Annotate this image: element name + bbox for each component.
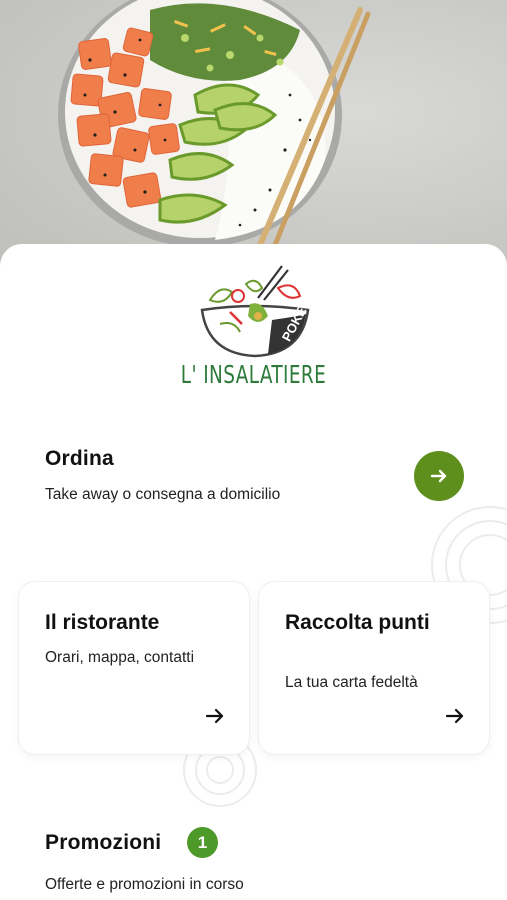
loyalty-card[interactable]: Raccolta punti La tua carta fedeltà	[259, 582, 489, 754]
promotions-title[interactable]: Promozioni	[45, 831, 161, 855]
order-button[interactable]	[414, 451, 464, 501]
promotions-subtitle: Offerte e promozioni in corso	[45, 876, 244, 893]
arrow-right-icon	[205, 708, 224, 724]
order-subtitle: Take away o consegna a domicilio	[45, 486, 281, 503]
loyalty-card-title: Raccolta punti	[285, 611, 430, 634]
restaurant-card[interactable]: Il ristorante Orari, mappa, contatti	[19, 582, 249, 754]
brand-name: L' INSALATIERE	[180, 360, 327, 389]
order-title[interactable]: Ordina	[45, 447, 114, 471]
restaurant-card-subtitle: Orari, mappa, contatti	[45, 649, 195, 666]
arrow-right-icon	[430, 469, 447, 483]
promotions-count-badge: 1	[187, 827, 218, 858]
arrow-right-icon	[445, 708, 464, 724]
restaurant-card-title: Il ristorante	[45, 611, 160, 634]
hero-image	[0, 0, 507, 280]
loyalty-card-subtitle: La tua carta fedeltà	[285, 674, 418, 691]
